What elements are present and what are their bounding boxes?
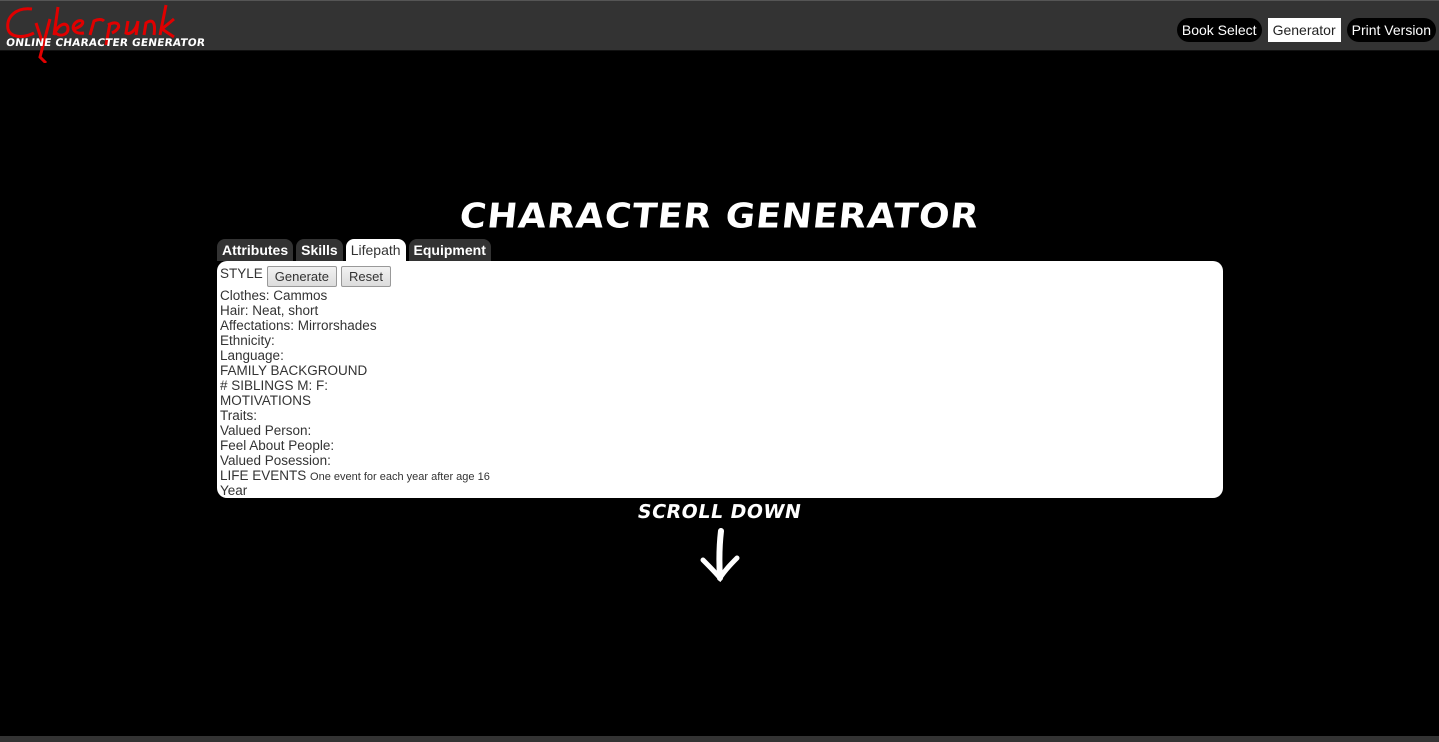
language-field: Language: [220, 348, 284, 363]
page-title: Character Generator [457, 197, 982, 236]
top-nav: Book Select Generator Print Version [1176, 18, 1436, 42]
style-row: STYLE Generate Reset [220, 264, 1220, 288]
logo-subtitle: Online Character Generator [5, 37, 206, 49]
nav-print-version[interactable]: Print Version [1346, 18, 1436, 42]
life-events-note: One event for each year after age 16 [310, 471, 490, 483]
feel-about-people-field: Feel About People: [220, 438, 335, 453]
life-events-row: LIFE EVENTS One event for each year afte… [220, 468, 1220, 483]
scroll-down-label: Scroll Down [635, 501, 804, 523]
tab-bar: Attributes Skills Lifepath Equipment [217, 239, 491, 262]
tab-lifepath[interactable]: Lifepath [345, 239, 406, 262]
bottom-scrollbar[interactable] [0, 736, 1439, 742]
valued-posession-field: Valued Posession: [220, 453, 331, 468]
nav-generator[interactable]: Generator [1267, 18, 1341, 42]
tab-skills[interactable]: Skills [296, 239, 343, 261]
traits-field: Traits: [220, 408, 257, 423]
reset-button[interactable]: Reset [340, 266, 391, 287]
family-background-heading: FAMILY BACKGROUND [220, 363, 368, 378]
siblings-field: # SIBLINGS M: F: [220, 378, 329, 393]
tab-attributes[interactable]: Attributes [217, 239, 294, 261]
motivations-heading: MOTIVATIONS [220, 393, 311, 408]
tab-equipment[interactable]: Equipment [408, 239, 491, 261]
cyberpunk-logo[interactable]: Online Character Generator [2, 1, 206, 63]
life-events-heading: LIFE EVENTS [220, 468, 307, 483]
top-bar: Online Character Generator Book Select G… [0, 0, 1439, 63]
clothes-field: Clothes: Cammos [220, 288, 328, 303]
valued-person-field: Valued Person: [220, 423, 312, 438]
app-root: Online Character Generator Book Select G… [0, 0, 1439, 742]
hair-field: Hair: Neat, short [220, 303, 319, 318]
affectations-field: Affectations: Mirrorshades [220, 318, 377, 333]
nav-book-select[interactable]: Book Select [1176, 18, 1262, 42]
style-heading: STYLE [220, 266, 263, 281]
year-field: Year [220, 483, 248, 498]
ethnicity-field: Ethnicity: [220, 333, 275, 348]
arrow-down-icon [697, 528, 743, 587]
generate-button[interactable]: Generate [266, 266, 337, 287]
lifepath-panel: STYLE Generate Reset Clothes: Cammos Hai… [217, 261, 1223, 498]
